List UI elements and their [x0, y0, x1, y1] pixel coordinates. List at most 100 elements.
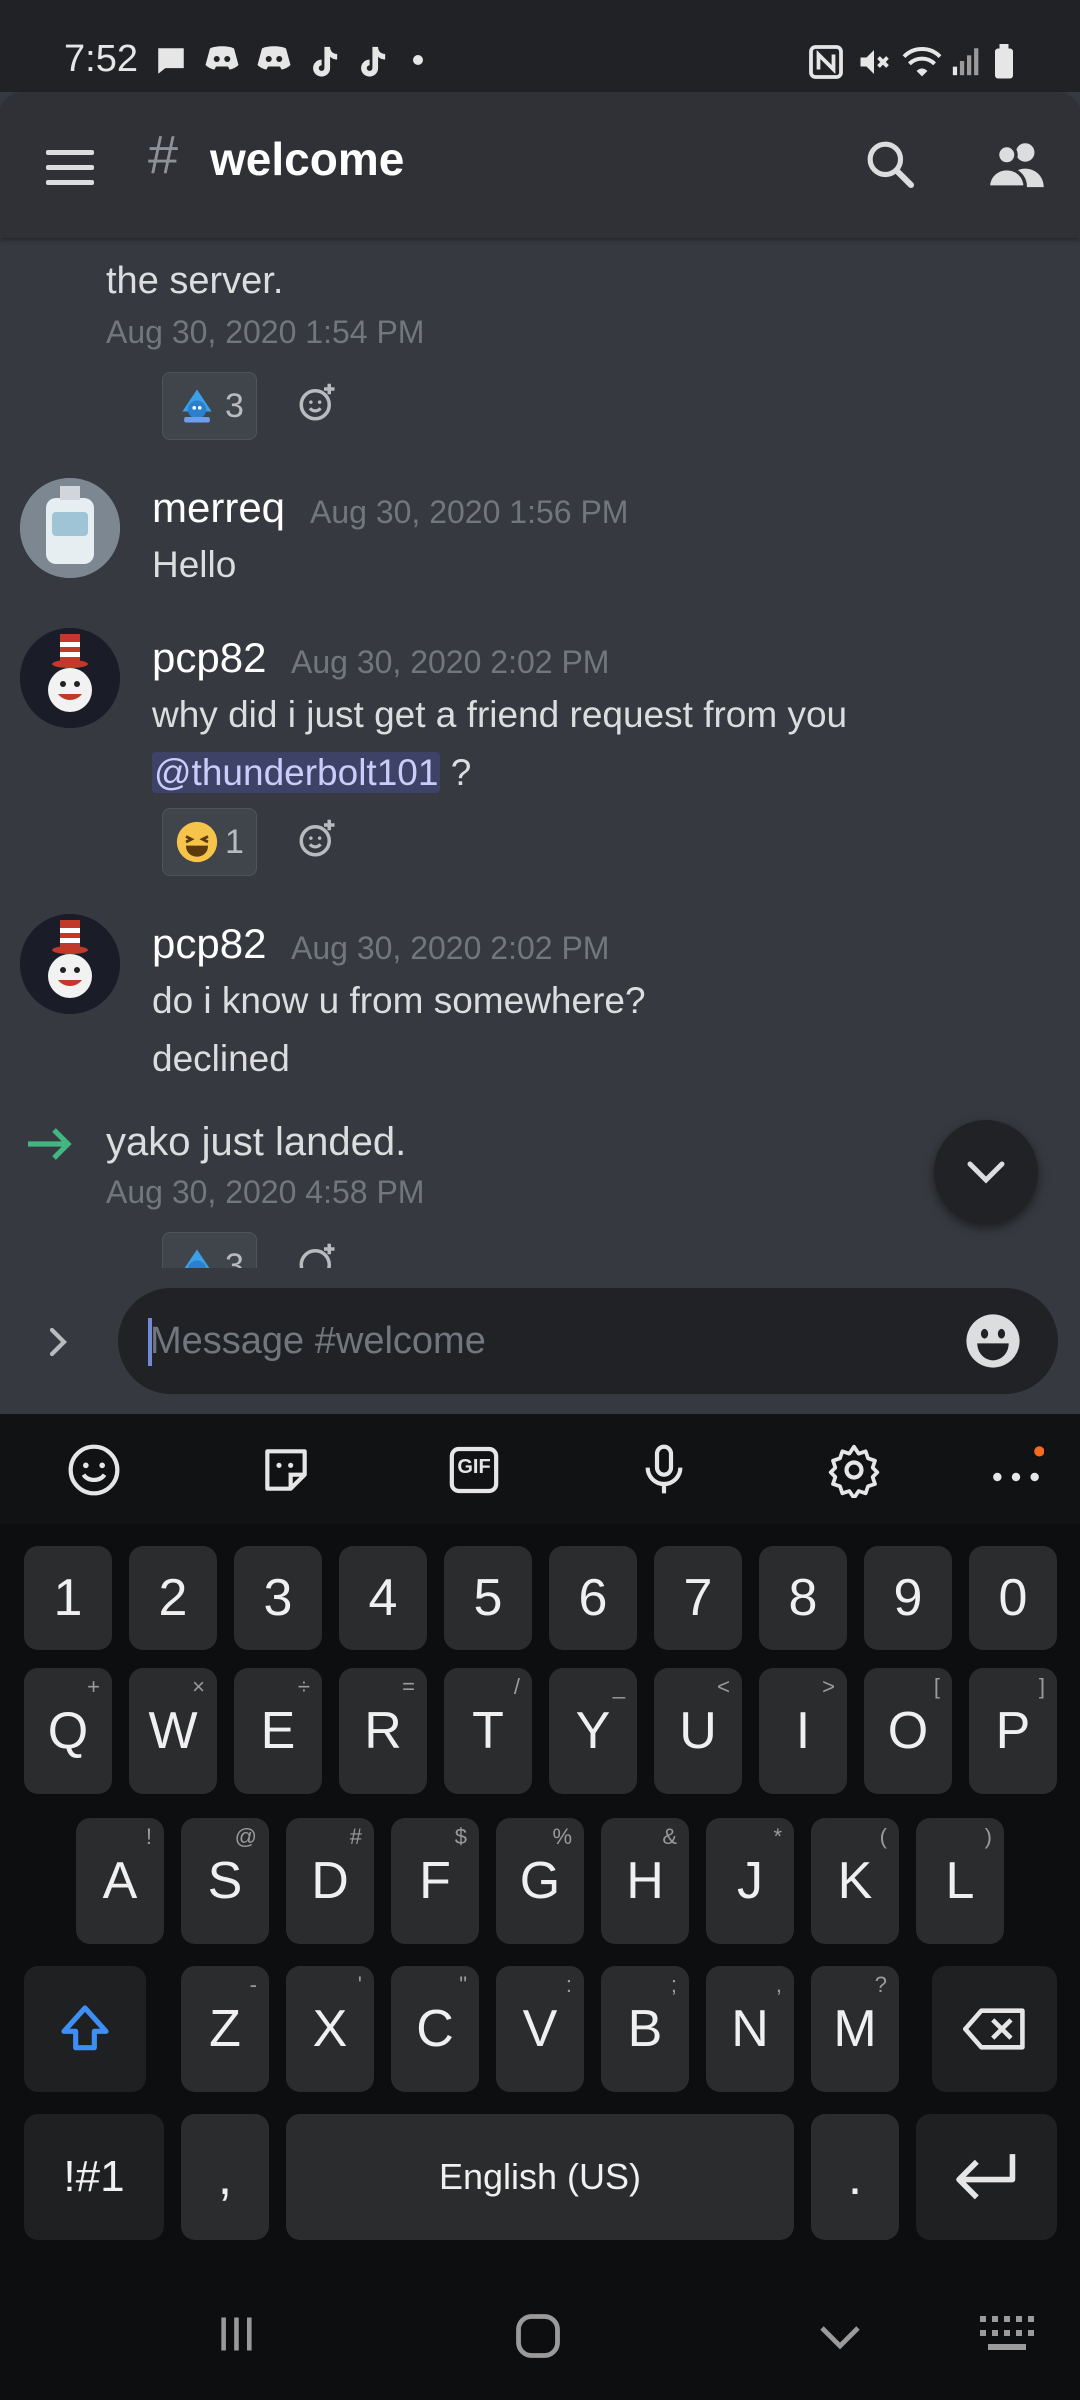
key-v[interactable]: :V — [496, 1966, 584, 2092]
symbols-key[interactable]: !#1 — [24, 2114, 164, 2240]
avatar[interactable] — [20, 628, 120, 728]
discord-icon — [204, 44, 240, 74]
key-h[interactable]: & H — [601, 1818, 689, 1944]
more-icon[interactable] — [988, 1442, 1044, 1498]
gif-label: GIF — [457, 1456, 491, 1478]
avatar[interactable] — [20, 914, 120, 1014]
key-5[interactable]: 5 — [444, 1546, 532, 1650]
emoji-icon[interactable] — [66, 1442, 122, 1498]
key-secondary: × — [192, 1674, 205, 1699]
key-label: P — [995, 1702, 1031, 1760]
key-u[interactable]: < U — [654, 1668, 742, 1794]
reaction-button[interactable]: 1 — [162, 808, 257, 876]
channel-title[interactable]: welcome — [210, 132, 404, 186]
keyboard-toolbar: GIF — [0, 1414, 1080, 1524]
key-label: V — [522, 2000, 558, 2058]
enter-key[interactable] — [916, 2114, 1057, 2240]
key-m[interactable]: ? M — [811, 1966, 899, 2092]
hamburger-icon[interactable] — [46, 148, 102, 188]
username[interactable]: merreq — [152, 484, 285, 532]
key-a[interactable]: ! A — [76, 1818, 164, 1944]
key-0[interactable]: 0 — [969, 1546, 1057, 1650]
key-3[interactable]: 3 — [234, 1546, 322, 1650]
home-icon[interactable] — [512, 2310, 564, 2362]
key-g[interactable]: % G — [496, 1818, 584, 1944]
keyboard-switch-icon[interactable] — [978, 2314, 1038, 2354]
key-e[interactable]: ÷ E — [234, 1668, 322, 1794]
add-reaction-icon[interactable] — [296, 818, 338, 860]
members-icon[interactable] — [986, 136, 1046, 192]
shift-key[interactable] — [24, 1966, 146, 2092]
key-1[interactable]: 1 — [24, 1546, 112, 1650]
emoji-picker-icon[interactable] — [964, 1312, 1022, 1370]
key-d[interactable]: # D — [286, 1818, 374, 1944]
message-input[interactable] — [150, 1316, 950, 1366]
username[interactable]: pcp82 — [152, 634, 266, 682]
backspace-key[interactable] — [932, 1966, 1057, 2092]
key-label: L — [945, 1852, 975, 1910]
key-k[interactable]: (K — [811, 1818, 899, 1944]
key-label: M — [833, 2000, 877, 2058]
keyboard: 1 2 3 4 5 6 7 8 9 0 + Q × W ÷ E = R / T _ Y < U… — [0, 1524, 1080, 2260]
key-l[interactable]: ) L — [916, 1818, 1004, 1944]
key-o[interactable]: [O — [864, 1668, 952, 1794]
key-label: D — [311, 1852, 349, 1910]
key-q[interactable]: + Q — [24, 1668, 112, 1794]
key-secondary: ÷ — [297, 1674, 310, 1699]
tiktok-icon — [308, 44, 338, 78]
key-label: B — [627, 2000, 663, 2058]
comma-key[interactable]: , — [181, 2114, 269, 2240]
key-s[interactable]: @ S — [181, 1818, 269, 1944]
key-y[interactable]: _ Y — [549, 1668, 637, 1794]
reaction-button[interactable]: 3 — [162, 372, 257, 440]
key-b[interactable]: ; B — [601, 1966, 689, 2092]
avatar[interactable] — [20, 478, 120, 578]
timestamp: Aug 30, 2020 1:56 PM — [310, 494, 629, 530]
shift-arrow-icon — [61, 2005, 109, 2051]
key-7[interactable]: 7 — [654, 1546, 742, 1650]
space-key[interactable]: English (US) — [286, 2114, 794, 2240]
key-label: I — [795, 1702, 811, 1760]
wumpus-welcome-icon — [175, 384, 219, 428]
key-secondary: * — [773, 1824, 782, 1849]
hide-keyboard-icon[interactable] — [816, 2316, 864, 2356]
chevron-down-icon — [967, 1161, 1005, 1184]
key-w[interactable]: × W — [129, 1668, 217, 1794]
add-reaction-icon[interactable] — [296, 382, 338, 424]
period-key[interactable]: . — [811, 2114, 899, 2240]
key-j[interactable]: * J — [706, 1818, 794, 1944]
key-label: S — [207, 1852, 243, 1910]
backspace-icon — [962, 2008, 1025, 2050]
key-c[interactable]: " C — [391, 1966, 479, 2092]
recent-apps-icon[interactable] — [214, 2312, 258, 2356]
key-label: E — [260, 1702, 296, 1760]
key-z[interactable]: -Z — [181, 1966, 269, 2092]
gif-icon[interactable]: GIF — [446, 1442, 502, 1498]
jump-to-bottom-button[interactable] — [934, 1120, 1038, 1224]
key-f[interactable]: $ F — [391, 1818, 479, 1944]
chevron-right-icon[interactable] — [40, 1324, 76, 1360]
key-secondary: # — [349, 1824, 362, 1849]
avatar-image — [20, 914, 120, 1014]
key-p[interactable]: ] P — [969, 1668, 1057, 1794]
reaction-count: 3 — [225, 386, 244, 425]
key-8[interactable]: 8 — [759, 1546, 847, 1650]
sticker-icon[interactable] — [258, 1442, 314, 1498]
key-4[interactable]: 4 — [339, 1546, 427, 1650]
microphone-icon[interactable] — [636, 1442, 692, 1498]
key-2[interactable]: 2 — [129, 1546, 217, 1650]
username[interactable]: pcp82 — [152, 920, 266, 968]
key-t[interactable]: / T — [444, 1668, 532, 1794]
key-6[interactable]: 6 — [549, 1546, 637, 1650]
key-secondary: & — [662, 1824, 677, 1849]
key-label: U — [679, 1702, 717, 1760]
key-9[interactable]: 9 — [864, 1546, 952, 1650]
user-mention[interactable]: @thunderbolt101 — [152, 752, 441, 793]
key-x[interactable]: ' X — [286, 1966, 374, 2092]
system-message-text: yako just landed. — [106, 1120, 407, 1164]
key-i[interactable]: > I — [759, 1668, 847, 1794]
key-r[interactable]: = R — [339, 1668, 427, 1794]
key-n[interactable]: ,N — [706, 1966, 794, 2092]
settings-icon[interactable] — [826, 1442, 882, 1498]
search-icon[interactable] — [862, 136, 918, 192]
